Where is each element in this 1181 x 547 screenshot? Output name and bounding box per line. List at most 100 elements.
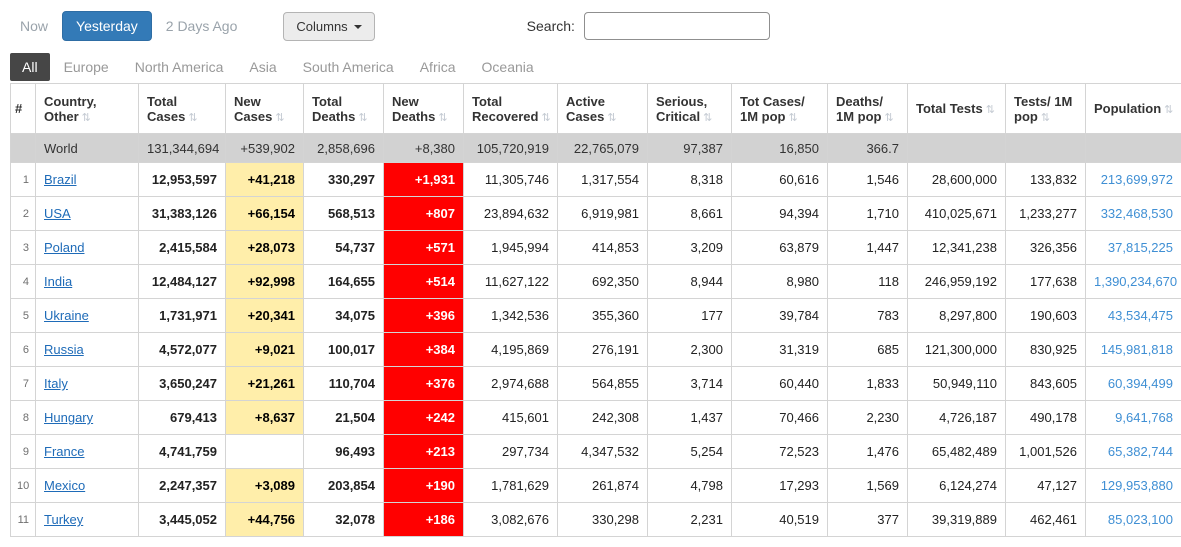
col-header-tot-cases-1m-pop[interactable]: Tot Cases/ 1M pop ⇅ bbox=[731, 83, 828, 134]
population-cell[interactable]: 37,815,225 bbox=[1085, 230, 1181, 265]
sort-icon[interactable]: ⇅ bbox=[541, 112, 550, 124]
serious-critical-cell: 4,798 bbox=[647, 468, 732, 503]
population-cell[interactable]: 129,953,880 bbox=[1085, 468, 1181, 503]
country-row-russia: 6 Russia 4,572,077 +9,021 100,017 +384 4,195,8… bbox=[10, 332, 1181, 367]
country-link-usa[interactable]: USA bbox=[44, 206, 71, 221]
col-header-new-cases[interactable]: New Cases ⇅ bbox=[225, 83, 304, 134]
country-row-hungary: 8 Hungary 679,413 +8,637 21,504 +242 415,601 24… bbox=[10, 400, 1181, 435]
total-cases-cell: 3,650,247 bbox=[138, 366, 226, 401]
population-cell[interactable]: 213,699,972 bbox=[1085, 162, 1181, 197]
col-header-deaths-1m-pop[interactable]: Deaths/ 1M pop ⇅ bbox=[827, 83, 908, 134]
population-cell[interactable]: 332,468,530 bbox=[1085, 196, 1181, 231]
total-recovered-cell: 415,601 bbox=[463, 400, 558, 435]
new-deaths-cell: +396 bbox=[383, 298, 464, 333]
population-link[interactable]: 213,699,972 bbox=[1101, 172, 1173, 187]
col-header-label: Total Deaths bbox=[312, 93, 356, 124]
tab-south-america[interactable]: South America bbox=[291, 53, 406, 81]
country-link-turkey[interactable]: Turkey bbox=[44, 512, 83, 527]
sort-icon[interactable]: ⇅ bbox=[986, 104, 995, 116]
col-header-total-recovered[interactable]: Total Recovered ⇅ bbox=[463, 83, 558, 134]
world-serious-critical-cell: 97,387 bbox=[647, 133, 732, 163]
population-link[interactable]: 9,641,768 bbox=[1115, 410, 1173, 425]
tab-africa[interactable]: Africa bbox=[408, 53, 468, 81]
country-cell: Poland bbox=[35, 230, 139, 265]
population-link[interactable]: 60,394,499 bbox=[1108, 376, 1173, 391]
population-link[interactable]: 1,390,234,670 bbox=[1094, 274, 1177, 289]
toolbar: Now Yesterday 2 Days Ago Columns Search: bbox=[0, 0, 1181, 47]
sort-icon[interactable]: ⇅ bbox=[607, 112, 616, 124]
population-cell[interactable]: 9,641,768 bbox=[1085, 400, 1181, 435]
population-cell[interactable]: 43,534,475 bbox=[1085, 298, 1181, 333]
total-tests-cell: 50,949,110 bbox=[907, 366, 1006, 401]
tab-north-america[interactable]: North America bbox=[123, 53, 236, 81]
total-recovered-cell: 1,781,629 bbox=[463, 468, 558, 503]
col-header-population[interactable]: Population ⇅ bbox=[1085, 83, 1181, 134]
total-deaths-cell: 164,655 bbox=[303, 264, 384, 299]
country-link-italy[interactable]: Italy bbox=[44, 376, 68, 391]
sort-icon[interactable]: ⇅ bbox=[82, 112, 91, 124]
country-link-india[interactable]: India bbox=[44, 274, 72, 289]
new-deaths-cell: +384 bbox=[383, 332, 464, 367]
sort-icon[interactable]: ⇅ bbox=[789, 112, 798, 124]
tab-oceania[interactable]: Oceania bbox=[470, 53, 546, 81]
new-deaths-cell: +514 bbox=[383, 264, 464, 299]
population-cell[interactable]: 85,023,100 bbox=[1085, 502, 1181, 537]
population-link[interactable]: 85,023,100 bbox=[1108, 512, 1173, 527]
yesterday-button[interactable]: Yesterday bbox=[62, 11, 152, 41]
tab-all[interactable]: All bbox=[10, 53, 50, 81]
country-row-italy: 7 Italy 3,650,247 +21,261 110,704 +376 2,974,6… bbox=[10, 366, 1181, 401]
active-cases-cell: 6,919,981 bbox=[557, 196, 648, 231]
sort-icon[interactable]: ⇅ bbox=[438, 112, 447, 124]
sort-icon[interactable]: ⇅ bbox=[1164, 104, 1173, 116]
col-header-serious-critical[interactable]: Serious, Critical ⇅ bbox=[647, 83, 732, 134]
rank-cell: 11 bbox=[10, 502, 36, 537]
sort-icon[interactable]: ⇅ bbox=[358, 112, 367, 124]
total-cases-cell: 2,415,584 bbox=[138, 230, 226, 265]
country-link-brazil[interactable]: Brazil bbox=[44, 172, 77, 187]
table-body: World 131,344,694 +539,902 2,858,696 +8,380 1… bbox=[10, 133, 1181, 537]
col-header-total-deaths[interactable]: Total Deaths ⇅ bbox=[303, 83, 384, 134]
two-days-ago-button[interactable]: 2 Days Ago bbox=[166, 18, 238, 34]
country-link-russia[interactable]: Russia bbox=[44, 342, 84, 357]
population-cell[interactable]: 145,981,818 bbox=[1085, 332, 1181, 367]
tab-asia[interactable]: Asia bbox=[237, 53, 288, 81]
population-link[interactable]: 145,981,818 bbox=[1101, 342, 1173, 357]
deaths-per-1m-cell: 1,710 bbox=[827, 196, 908, 231]
country-link-ukraine[interactable]: Ukraine bbox=[44, 308, 89, 323]
tab-europe[interactable]: Europe bbox=[52, 53, 121, 81]
sort-icon[interactable]: ⇅ bbox=[703, 112, 712, 124]
serious-critical-cell: 8,944 bbox=[647, 264, 732, 299]
population-cell[interactable]: 65,382,744 bbox=[1085, 434, 1181, 469]
country-cell: USA bbox=[35, 196, 139, 231]
sort-icon[interactable]: ⇅ bbox=[1041, 112, 1050, 124]
search-input[interactable] bbox=[583, 12, 770, 40]
sort-icon[interactable]: ⇅ bbox=[275, 112, 284, 124]
total-deaths-cell: 330,297 bbox=[303, 162, 384, 197]
col-header-country-other[interactable]: Country, Other ⇅ bbox=[35, 83, 139, 134]
population-link[interactable]: 37,815,225 bbox=[1108, 240, 1173, 255]
population-link[interactable]: 129,953,880 bbox=[1101, 478, 1173, 493]
now-button[interactable]: Now bbox=[20, 18, 48, 34]
cases-per-1m-cell: 40,519 bbox=[731, 502, 828, 537]
col-header-active-cases[interactable]: Active Cases ⇅ bbox=[557, 83, 648, 134]
country-link-mexico[interactable]: Mexico bbox=[44, 478, 85, 493]
serious-critical-cell: 177 bbox=[647, 298, 732, 333]
population-link[interactable]: 43,534,475 bbox=[1108, 308, 1173, 323]
population-link[interactable]: 65,382,744 bbox=[1108, 444, 1173, 459]
deaths-per-1m-cell: 377 bbox=[827, 502, 908, 537]
population-cell[interactable]: 1,390,234,670 bbox=[1085, 264, 1181, 299]
col-header-tests-1m-pop[interactable]: Tests/ 1M pop ⇅ bbox=[1005, 83, 1086, 134]
country-link-hungary[interactable]: Hungary bbox=[44, 410, 93, 425]
total-deaths-cell: 203,854 bbox=[303, 468, 384, 503]
total-cases-cell: 1,731,971 bbox=[138, 298, 226, 333]
sort-icon[interactable]: ⇅ bbox=[885, 112, 894, 124]
col-header-total-tests[interactable]: Total Tests ⇅ bbox=[907, 83, 1006, 134]
population-cell[interactable]: 60,394,499 bbox=[1085, 366, 1181, 401]
col-header-total-cases[interactable]: Total Cases ⇅ bbox=[138, 83, 226, 134]
columns-dropdown-button[interactable]: Columns bbox=[283, 11, 375, 41]
country-link-poland[interactable]: Poland bbox=[44, 240, 84, 255]
country-link-france[interactable]: France bbox=[44, 444, 84, 459]
col-header-new-deaths[interactable]: New Deaths ⇅ bbox=[383, 83, 464, 134]
population-link[interactable]: 332,468,530 bbox=[1101, 206, 1173, 221]
sort-icon[interactable]: ⇅ bbox=[188, 112, 197, 124]
